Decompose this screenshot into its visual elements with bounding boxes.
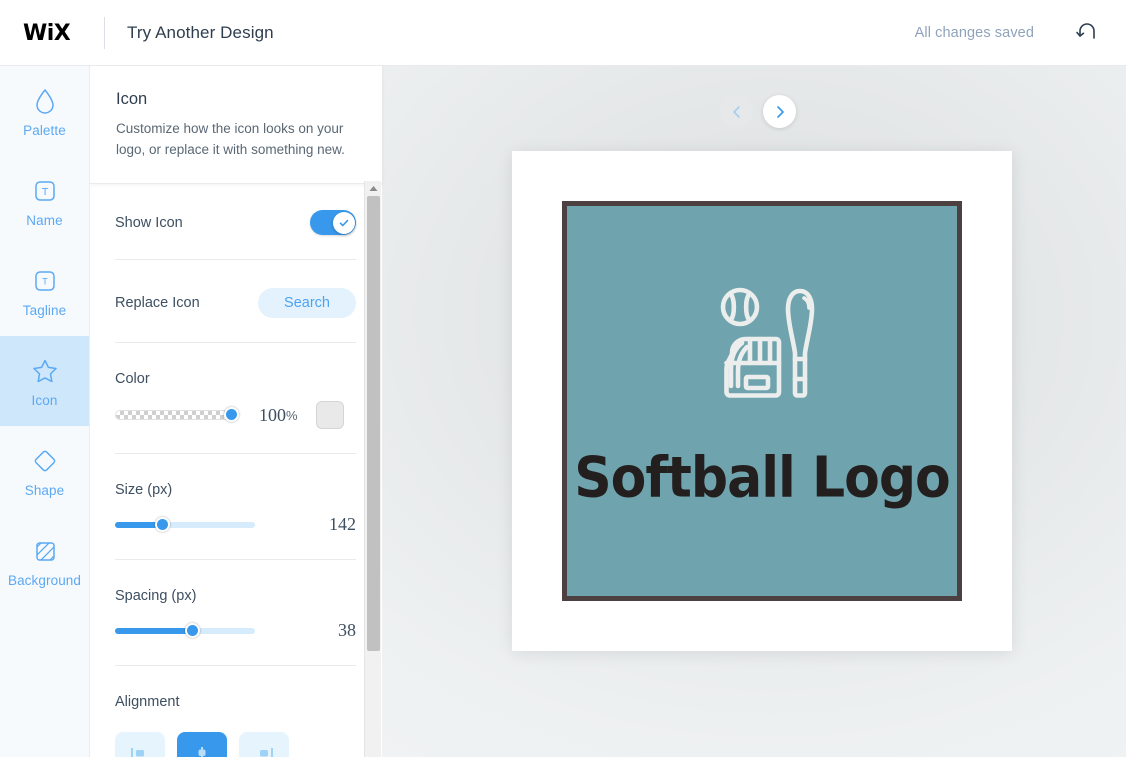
show-icon-row: Show Icon	[115, 184, 356, 260]
align-right-button[interactable]	[239, 732, 289, 757]
size-label: Size (px)	[115, 482, 173, 498]
align-center-button[interactable]	[177, 732, 227, 757]
spacing-slider-handle[interactable]	[184, 623, 200, 638]
text-box-icon: T	[31, 174, 59, 208]
sidebar-item-label: Background	[7, 573, 82, 588]
undo-button[interactable]	[1070, 16, 1104, 50]
sidebar-item-label: Palette	[23, 123, 66, 138]
align-right-icon	[260, 748, 273, 757]
design-navigation	[720, 95, 796, 128]
sidebar-item-tagline[interactable]: T Tagline	[0, 246, 89, 336]
page-title: Icon	[116, 90, 148, 108]
panel-description: Customize how the icon looks on your log…	[116, 121, 345, 157]
chevron-left-icon	[732, 105, 740, 118]
save-status-text: All changes saved	[914, 24, 1034, 41]
color-row: Color 100 %	[115, 343, 356, 454]
scroll-up-arrow-button[interactable]	[365, 181, 382, 196]
chevron-right-icon	[776, 105, 784, 118]
opacity-slider-line: 100 %	[115, 401, 356, 429]
align-center-icon	[198, 747, 206, 757]
softball-bat-glove-icon	[708, 281, 816, 426]
app-header: WiX Try Another Design All changes saved	[0, 0, 1126, 66]
wix-logo[interactable]: WiX	[22, 18, 82, 48]
color-label: Color	[115, 371, 150, 387]
hatched-square-icon	[31, 534, 59, 568]
scrollbar-thumb[interactable]	[367, 196, 380, 651]
size-slider-handle[interactable]	[155, 517, 171, 532]
align-left-button[interactable]	[115, 732, 165, 757]
star-icon	[30, 354, 60, 388]
opacity-slider[interactable]	[115, 406, 239, 424]
opacity-slider-handle[interactable]	[224, 407, 239, 422]
sidebar-item-icon[interactable]: Icon	[0, 336, 89, 426]
search-icon-button[interactable]: Search	[258, 288, 356, 318]
sidebar-item-background[interactable]: Background	[0, 516, 89, 606]
icon-settings-panel: Icon Customize how the icon looks on you…	[90, 66, 382, 757]
opacity-value: 100	[259, 404, 286, 425]
panel-header: Icon Customize how the icon looks on you…	[90, 66, 382, 184]
size-row: Size (px) 142	[115, 454, 356, 560]
alignment-row: Alignment	[115, 666, 356, 757]
spacing-value: 38	[338, 620, 356, 640]
undo-arrow-icon	[1076, 22, 1095, 39]
opacity-unit: %	[286, 407, 298, 423]
align-left-icon	[131, 748, 144, 757]
alignment-label: Alignment	[115, 694, 180, 710]
logo-card[interactable]: Softball Logo	[512, 151, 1012, 651]
wix-logo-icon: WiX	[23, 21, 71, 45]
diamond-icon	[30, 444, 60, 478]
logo-preview-canvas: Softball Logo	[382, 66, 1126, 757]
spacing-row: Spacing (px) 38	[115, 560, 356, 666]
next-design-button[interactable]	[763, 95, 796, 128]
spacing-slider[interactable]	[115, 621, 255, 641]
logo-text: Softball Logo	[574, 445, 951, 511]
size-slider-line: 142	[115, 514, 356, 535]
check-icon	[339, 219, 348, 226]
show-icon-label: Show Icon	[115, 214, 183, 231]
text-box-icon: T	[31, 264, 59, 298]
svg-text:WiX: WiX	[23, 21, 71, 45]
scroll-up-arrow-icon	[369, 186, 378, 191]
sidebar-item-label: Name	[26, 213, 63, 228]
size-value: 142	[329, 514, 356, 534]
try-another-design-title[interactable]: Try Another Design	[127, 23, 274, 43]
header-right-group: All changes saved	[915, 16, 1126, 50]
color-swatch[interactable]	[315, 401, 344, 429]
spacing-track-fill	[115, 627, 192, 634]
header-divider	[104, 16, 105, 49]
sidebar-item-name[interactable]: T Name	[0, 156, 89, 246]
spacing-label: Spacing (px)	[115, 588, 197, 604]
panel-scroll-body: Show Icon Replace Icon Search Color 100 …	[90, 184, 382, 757]
previous-design-button[interactable]	[720, 95, 753, 128]
svg-text:T: T	[40, 187, 48, 198]
sidebar-item-label: Shape	[24, 483, 65, 498]
left-sidebar: Palette T Name T Tagline Icon Shape Back…	[0, 66, 90, 757]
opacity-track	[115, 410, 237, 420]
droplet-icon	[32, 84, 58, 118]
sidebar-item-label: Tagline	[22, 303, 67, 318]
size-slider[interactable]	[115, 515, 255, 535]
panel-scrollbar[interactable]	[364, 181, 381, 757]
replace-icon-row: Replace Icon Search	[115, 260, 356, 343]
sidebar-item-palette[interactable]: Palette	[0, 66, 89, 156]
svg-text:T: T	[41, 278, 48, 288]
alignment-button-group	[115, 732, 356, 757]
replace-icon-label: Replace Icon	[115, 295, 200, 311]
toggle-knob	[332, 211, 355, 234]
show-icon-toggle[interactable]	[310, 210, 356, 235]
sidebar-item-shape[interactable]: Shape	[0, 426, 89, 516]
spacing-slider-line: 38	[115, 620, 356, 641]
sidebar-item-label: Icon	[31, 393, 58, 408]
logo-artboard: Softball Logo	[562, 201, 962, 601]
